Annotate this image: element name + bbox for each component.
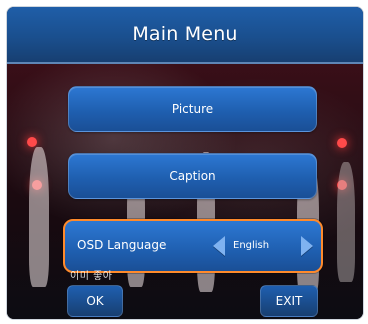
page-title: Main Menu <box>132 23 238 45</box>
left-arrow-icon[interactable] <box>213 236 225 256</box>
ok-button[interactable]: OK <box>67 285 123 317</box>
picture-menu-label: Picture <box>171 102 214 116</box>
caption-menu-button[interactable]: Caption <box>68 153 317 199</box>
right-arrow-icon[interactable] <box>301 236 313 256</box>
exit-button-label: EXIT <box>275 294 303 308</box>
background-caption-text: 이미 좋아 <box>70 271 113 282</box>
title-bar: Main Menu <box>7 7 363 64</box>
caption-menu-label: Caption <box>169 169 216 183</box>
red-light-icon <box>337 138 347 148</box>
red-light-icon <box>27 137 37 147</box>
osd-language-value: English <box>233 240 270 251</box>
dancer-silhouette <box>29 147 49 287</box>
picture-menu-button[interactable]: Picture <box>68 86 317 132</box>
osd-language-selector[interactable]: OSD Language English <box>63 219 323 273</box>
tv-osd-frame: Main Menu Picture Caption OSD Language E… <box>6 6 364 320</box>
dancer-silhouette <box>337 162 355 282</box>
ok-button-label: OK <box>86 294 104 308</box>
exit-button[interactable]: EXIT <box>260 285 318 317</box>
osd-language-label: OSD Language <box>77 238 167 252</box>
